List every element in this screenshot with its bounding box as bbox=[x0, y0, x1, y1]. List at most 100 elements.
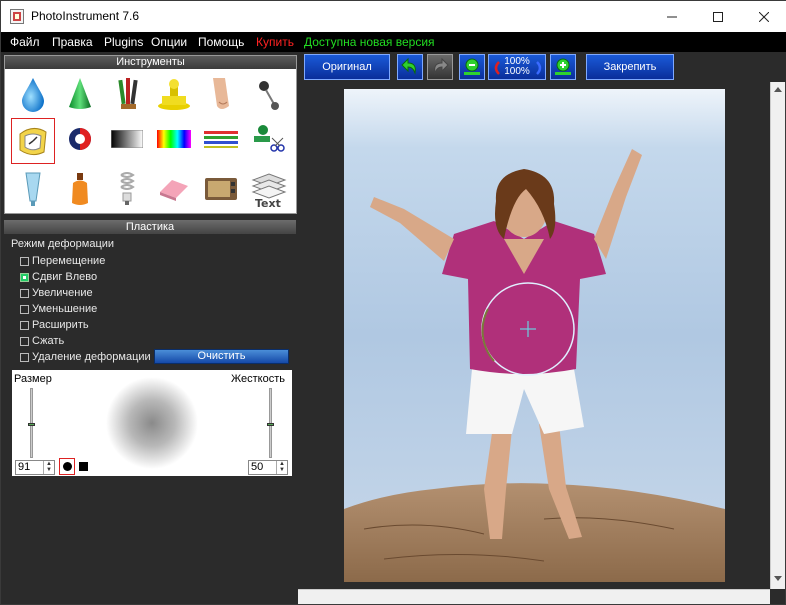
deform-mode-label: Режим деформации bbox=[11, 238, 115, 250]
window-title: PhotoInstrument 7.6 bbox=[31, 9, 140, 23]
eraser-icon bbox=[160, 180, 188, 201]
stamp-icon bbox=[158, 79, 190, 110]
checkbox-move[interactable] bbox=[20, 257, 29, 266]
finger-icon bbox=[213, 78, 229, 109]
tool-color-circle[interactable] bbox=[60, 119, 100, 159]
close-button[interactable] bbox=[741, 1, 786, 32]
tool-stamp[interactable] bbox=[154, 74, 194, 114]
tool-eraser[interactable] bbox=[154, 169, 194, 209]
undo-icon bbox=[401, 57, 416, 75]
menu-file[interactable]: Файл bbox=[10, 35, 40, 49]
bottle-icon bbox=[72, 173, 88, 205]
zoom-reset-button[interactable]: 100% 100% bbox=[488, 54, 546, 80]
lines-icon bbox=[204, 131, 238, 148]
gradient-icon bbox=[111, 130, 143, 148]
vertical-scrollbar[interactable] bbox=[770, 82, 785, 589]
option-shift-left-label: Сдвиг Влево bbox=[32, 271, 98, 283]
tool-bulb[interactable] bbox=[107, 169, 147, 209]
text-layers-icon: Text bbox=[251, 173, 287, 208]
drop-icon bbox=[22, 78, 44, 112]
toolbar: Оригинал 100% 100% Закрепить bbox=[298, 52, 786, 82]
menu-update[interactable]: Доступна новая версия bbox=[304, 35, 435, 49]
brushes-icon bbox=[118, 78, 138, 109]
commit-button[interactable]: Закрепить bbox=[586, 54, 674, 80]
hardness-spin-arrows[interactable]: ▲ ▼ bbox=[276, 461, 287, 474]
checkbox-remove-deform[interactable] bbox=[20, 353, 29, 362]
redo-button[interactable] bbox=[427, 54, 453, 80]
menu-options[interactable]: Опции bbox=[151, 35, 187, 49]
scroll-up-icon bbox=[774, 87, 782, 92]
minimize-icon bbox=[667, 16, 677, 17]
photo-image bbox=[344, 89, 725, 582]
checkbox-expand[interactable] bbox=[20, 321, 29, 330]
menu-help[interactable]: Помощь bbox=[198, 35, 244, 49]
tool-gradient[interactable] bbox=[107, 119, 147, 159]
size-label: Размер bbox=[14, 373, 52, 385]
minimize-button[interactable] bbox=[649, 1, 695, 32]
checkbox-compress[interactable] bbox=[20, 337, 29, 346]
color-circle-icon bbox=[69, 128, 91, 150]
deform-icon bbox=[19, 128, 47, 156]
maximize-button[interactable] bbox=[695, 1, 741, 32]
tool-tv[interactable] bbox=[201, 169, 241, 209]
option-move-label: Перемещение bbox=[32, 255, 106, 267]
tool-pin[interactable] bbox=[248, 74, 288, 114]
tool-scissors[interactable] bbox=[248, 119, 288, 159]
original-button[interactable]: Оригинал bbox=[304, 54, 390, 80]
checkbox-enlarge[interactable] bbox=[20, 289, 29, 298]
tube-icon bbox=[25, 172, 41, 206]
brush-shape-round[interactable] bbox=[59, 458, 75, 475]
tool-finger[interactable] bbox=[201, 74, 241, 114]
tool-drop[interactable] bbox=[13, 74, 53, 114]
deform-panel-title: Пластика bbox=[4, 220, 296, 234]
horizontal-scrollbar[interactable] bbox=[298, 589, 770, 604]
option-remove-deform-label: Удаление деформации bbox=[32, 351, 151, 363]
cone-icon bbox=[69, 78, 91, 109]
tool-text-layers[interactable]: Text bbox=[248, 169, 288, 209]
brush-settings: Размер Жесткость 91 ▲ ▼ 50 ▲ ▼ bbox=[12, 370, 292, 476]
redo-icon bbox=[434, 57, 449, 75]
tool-brushes[interactable] bbox=[107, 74, 147, 114]
checkbox-shrink[interactable] bbox=[20, 305, 29, 314]
tv-icon bbox=[205, 178, 237, 200]
tool-lines[interactable] bbox=[201, 119, 241, 159]
close-icon bbox=[759, 11, 769, 22]
app-icon bbox=[10, 9, 24, 24]
clear-button[interactable]: Очистить bbox=[154, 349, 289, 364]
size-value: 91 bbox=[18, 461, 31, 473]
text-layers-label: Text bbox=[255, 197, 281, 208]
checkbox-shift-left[interactable] bbox=[20, 273, 29, 282]
menu-buy[interactable]: Купить bbox=[256, 35, 294, 49]
hardness-slider-thumb[interactable] bbox=[267, 423, 274, 427]
hardness-label: Жесткость bbox=[231, 373, 286, 385]
tool-deform[interactable] bbox=[11, 118, 55, 164]
hardness-spinbox[interactable]: 50 ▲ ▼ bbox=[248, 460, 288, 475]
option-enlarge-label: Увеличение bbox=[32, 287, 93, 299]
maximize-icon bbox=[713, 11, 723, 22]
menu-edit[interactable]: Правка bbox=[52, 35, 93, 49]
zoom-in-button[interactable] bbox=[550, 54, 576, 80]
tool-bottle[interactable] bbox=[60, 169, 100, 209]
tool-spectrum[interactable] bbox=[154, 119, 194, 159]
size-spin-arrows[interactable]: ▲ ▼ bbox=[43, 461, 54, 474]
deform-panel: Пластика Режим деформации Перемещение Сд… bbox=[4, 220, 296, 603]
scroll-down-icon bbox=[774, 576, 782, 581]
bulb-icon bbox=[120, 172, 135, 205]
option-shrink-label: Уменьшение bbox=[32, 303, 98, 315]
size-slider-thumb[interactable] bbox=[28, 423, 35, 427]
tools-panel-title: Инструменты bbox=[5, 56, 296, 69]
menu-bar: Файл Правка Plugins Опции Помощь Купить … bbox=[1, 32, 786, 52]
title-bar: PhotoInstrument 7.6 bbox=[1, 1, 786, 32]
menu-plugins[interactable]: Plugins bbox=[104, 35, 143, 49]
option-expand-label: Расширить bbox=[32, 319, 89, 331]
tool-tube[interactable] bbox=[13, 169, 53, 209]
size-spinbox[interactable]: 91 ▲ ▼ bbox=[15, 460, 55, 475]
zoom-out-icon bbox=[464, 58, 480, 75]
hardness-value: 50 bbox=[251, 461, 264, 473]
brush-shape-square[interactable] bbox=[79, 462, 88, 471]
zoom-out-button[interactable] bbox=[459, 54, 485, 80]
undo-button[interactable] bbox=[397, 54, 423, 80]
tools-panel: Инструменты Text bbox=[4, 55, 297, 214]
tool-cone[interactable] bbox=[60, 74, 100, 114]
photo-canvas[interactable] bbox=[344, 89, 725, 582]
